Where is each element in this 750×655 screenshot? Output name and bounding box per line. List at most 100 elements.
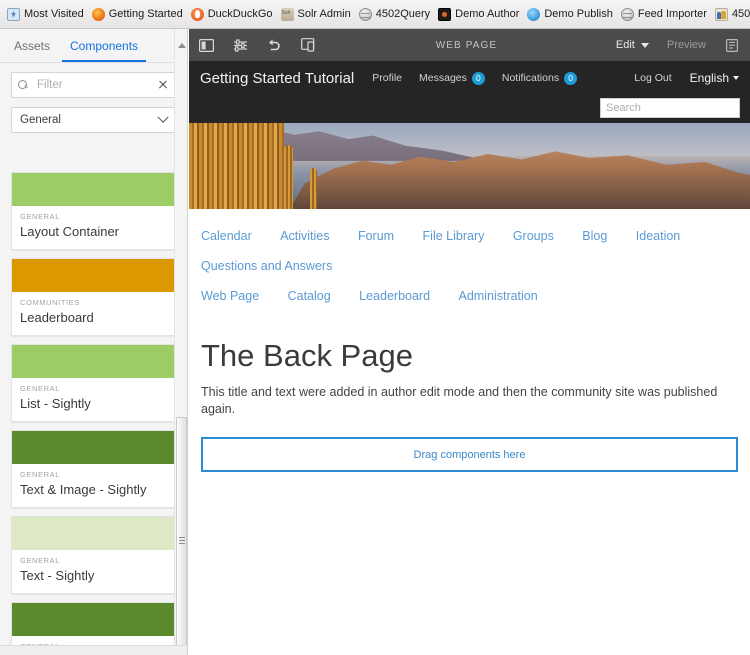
- bookmark-item[interactable]: 4503 useradmin: [712, 4, 750, 25]
- component-meta: GENERAL List - Sightly: [12, 378, 176, 421]
- scroll-up-icon[interactable]: [178, 43, 186, 48]
- component-meta: COMMUNITIES Leaderboard: [12, 292, 176, 335]
- globe-icon: [620, 7, 634, 21]
- comm-link-activities[interactable]: Activities: [280, 222, 329, 251]
- tab-components[interactable]: Components: [62, 39, 147, 62]
- bookmark-label: 4502Query: [375, 7, 431, 20]
- language-selector[interactable]: English: [690, 71, 739, 85]
- component-card[interactable]: COMMUNITIES Leaderboard: [11, 258, 177, 336]
- preview-button[interactable]: Preview: [657, 29, 716, 61]
- edit-mode-label: Edit: [615, 39, 635, 51]
- globe-icon: [358, 7, 372, 21]
- bookmark-item[interactable]: Getting Started: [89, 4, 188, 25]
- browser-bookmark-bar: Most Visited Getting Started DuckDuckGo …: [0, 0, 750, 29]
- search-icon: [18, 79, 29, 91]
- search-input[interactable]: [600, 97, 740, 118]
- page-properties-icon[interactable]: [223, 29, 257, 61]
- component-group-label: GENERAL: [20, 212, 61, 221]
- component-card[interactable]: GENERAL List - Sightly: [11, 344, 177, 422]
- filter-box[interactable]: [11, 72, 176, 98]
- editor-title: WEB PAGE: [435, 39, 498, 51]
- emulator-icon[interactable]: [291, 29, 325, 61]
- site-nav-label: Messages: [419, 72, 467, 84]
- comm-link-leaderboard[interactable]: Leaderboard: [359, 282, 430, 311]
- edit-mode-selector[interactable]: Edit: [608, 29, 657, 61]
- component-thumbnail: [12, 431, 176, 464]
- bookmark-label: Demo Author: [455, 7, 520, 20]
- component-title: Leaderboard: [20, 310, 94, 325]
- bookmark-item[interactable]: DuckDuckGo: [188, 4, 278, 25]
- comm-link-questions-and-answers[interactable]: Questions and Answers: [201, 252, 332, 281]
- comm-link-forum[interactable]: Forum: [358, 222, 394, 251]
- page-title: The Back Page: [201, 338, 413, 373]
- undo-icon[interactable]: [257, 29, 291, 61]
- component-title: Text - Sightly: [20, 568, 95, 583]
- site-nav-notifications[interactable]: Notifications 0: [501, 71, 578, 85]
- comm-link-groups[interactable]: Groups: [513, 222, 554, 251]
- component-card[interactable]: GENERAL Text - Sightly: [11, 516, 177, 594]
- component-title: Layout Container: [20, 224, 120, 239]
- bookmark-item[interactable]: Demo Author: [435, 4, 524, 25]
- bookmark-item[interactable]: Demo Publish: [524, 4, 617, 25]
- bookmark-label: Solr Admin: [297, 7, 351, 20]
- dropzone-label: Drag components here: [413, 448, 526, 461]
- bookmark-item[interactable]: Feed Importer: [618, 4, 712, 25]
- comm-link-administration[interactable]: Administration: [459, 282, 538, 311]
- component-thumbnail: [12, 173, 176, 206]
- bookmark-item[interactable]: Solr Admin: [278, 4, 356, 25]
- content-tree-icon[interactable]: [716, 29, 750, 61]
- component-title: List - Sightly: [20, 396, 91, 411]
- hero-cactus-arm: [309, 167, 317, 209]
- comm-link-ideation[interactable]: Ideation: [636, 222, 680, 251]
- chevron-down-icon: [640, 42, 649, 48]
- component-list[interactable]: GENERAL Layout Container COMMUNITIES Lea…: [0, 164, 187, 655]
- window-bottom-strip: [0, 645, 187, 655]
- firefox-icon: [91, 7, 105, 21]
- site-nav-messages[interactable]: Messages 0: [419, 71, 485, 85]
- component-group-label: GENERAL: [20, 470, 61, 479]
- page-preview-frame: Getting Started Tutorial Profile Message…: [189, 61, 750, 655]
- filter-input[interactable]: [35, 78, 157, 92]
- search-bar: [189, 95, 750, 123]
- page-body-text: This title and text were added in author…: [201, 385, 718, 416]
- component-thumbnail: [12, 259, 176, 292]
- site-brand[interactable]: Getting Started Tutorial: [200, 70, 354, 87]
- editor-toolbar: WEB PAGE Edit Preview: [189, 29, 750, 61]
- component-thumbnail: [12, 517, 176, 550]
- component-card[interactable]: GENERAL Text & Image - Sightly: [11, 430, 177, 508]
- caret-down-icon: [733, 76, 739, 80]
- demo-publish-icon: [527, 7, 541, 21]
- users-icon: [714, 7, 728, 21]
- site-nav-label: Notifications: [501, 72, 560, 84]
- hero-banner-image: [189, 123, 750, 209]
- component-card[interactable]: GENERAL Layout Container: [11, 172, 177, 250]
- language-label: English: [689, 71, 729, 85]
- tab-assets[interactable]: Assets: [6, 39, 58, 62]
- bookmark-item[interactable]: Most Visited: [4, 4, 89, 25]
- clear-icon[interactable]: [157, 79, 169, 91]
- component-dropzone[interactable]: Drag components here: [201, 437, 738, 472]
- site-header: Getting Started Tutorial Profile Message…: [189, 61, 750, 95]
- log-out-link[interactable]: Log Out: [634, 72, 671, 84]
- component-thumbnail: [12, 345, 176, 378]
- comm-link-web-page[interactable]: Web Page: [201, 282, 259, 311]
- bookmark-label: 4503 useradmin: [731, 7, 750, 20]
- scrollbar-thumb[interactable]: [176, 417, 187, 655]
- site-nav-profile[interactable]: Profile: [372, 72, 402, 84]
- hero-cactus: [189, 123, 285, 209]
- site-nav-label: Profile: [372, 72, 403, 84]
- comm-link-catalog[interactable]: Catalog: [288, 282, 331, 311]
- component-group-select[interactable]: General: [11, 107, 176, 133]
- comm-link-blog[interactable]: Blog: [582, 222, 607, 251]
- star-icon: [7, 7, 20, 21]
- demo-author-icon: [438, 7, 452, 21]
- side-panel-toggle-icon[interactable]: [189, 29, 223, 61]
- comm-link-file-library[interactable]: File Library: [423, 222, 485, 251]
- component-meta: GENERAL Layout Container: [12, 206, 176, 249]
- component-group-label: GENERAL: [20, 384, 61, 393]
- side-panel-scrollbar[interactable]: [174, 29, 187, 655]
- filter-row: [0, 63, 187, 98]
- comm-link-calendar[interactable]: Calendar: [201, 222, 252, 251]
- bookmark-item[interactable]: 4502Query: [356, 4, 435, 25]
- log-out-label: Log Out: [634, 72, 672, 84]
